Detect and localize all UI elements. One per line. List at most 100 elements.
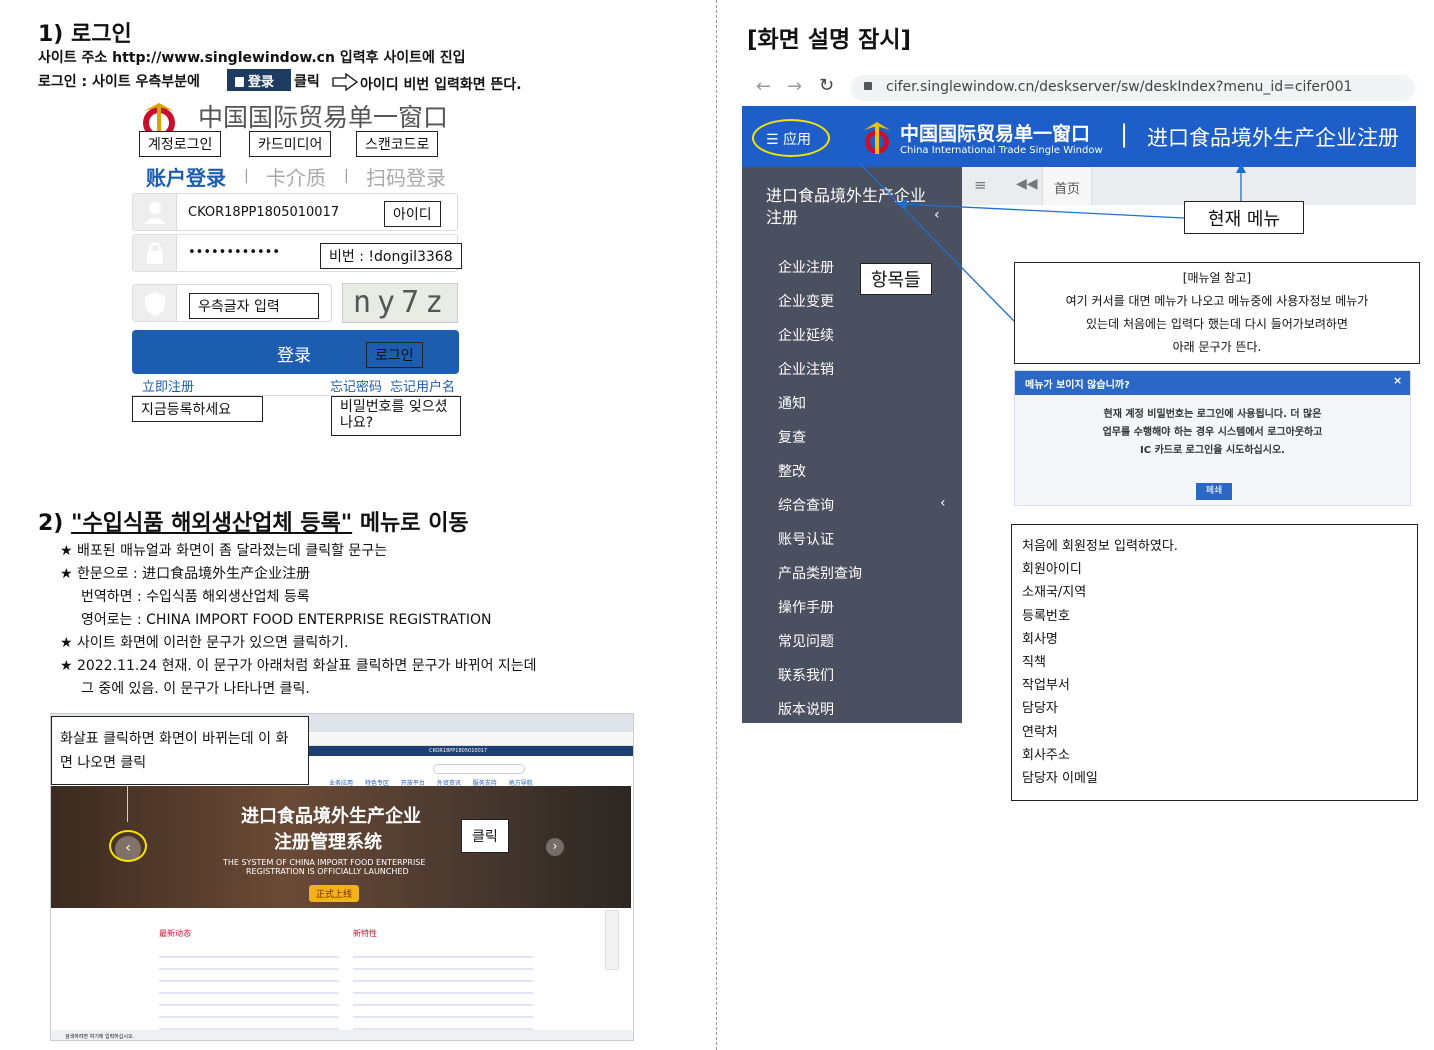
banner-en-2: REGISTRATION IS OFFICIALLY LAUNCHED bbox=[246, 867, 409, 876]
sidebar-item[interactable]: 常见问题 bbox=[778, 631, 834, 651]
sidebar-item[interactable]: 操作手册 bbox=[778, 597, 834, 617]
login-badge-label: 登录 bbox=[248, 75, 275, 90]
forgot-password-link[interactable]: 忘记密码 bbox=[330, 376, 382, 395]
info-line: 작업부서 bbox=[1022, 678, 1070, 694]
label-password: 비번 : !dongil3368 bbox=[320, 243, 462, 269]
app-menu-label: 应用 bbox=[783, 132, 812, 148]
lock-icon bbox=[235, 77, 244, 87]
member-info-list: 처음에 회원정보 입력하였다. 회원아이디 소재국/지역 등록번호 회사명 직책… bbox=[1011, 524, 1418, 801]
sidebar-item[interactable]: 产品类别查询 bbox=[778, 563, 862, 583]
dialog-text: 현재 계정 비밀번호는 로그인에 사용됩니다. 더 많은 bbox=[1103, 409, 1322, 420]
features-list bbox=[353, 946, 533, 1030]
label-register-now: 지금등록하세요 bbox=[132, 396, 263, 422]
tab-card-media[interactable]: 卡介质 bbox=[266, 162, 326, 191]
info-line: 담당자 bbox=[1022, 701, 1058, 717]
password-value: •••••••••••• bbox=[188, 245, 281, 260]
note-line: 여기 커서를 대면 메뉴가 나오고 메뉴중에 사용자정보 메뉴가 bbox=[1065, 294, 1369, 308]
url-input[interactable]: cifer.singlewindow.cn/deskserver/sw/desk… bbox=[850, 75, 1415, 101]
dialog-close-button[interactable]: 폐쇄 bbox=[1196, 483, 1232, 500]
label-forgot-password: 비밀번호를 잊으셨나요? bbox=[331, 396, 461, 436]
section2-title-rest: 메뉴로 이동 bbox=[352, 511, 469, 536]
login-badge: 登录 bbox=[227, 69, 291, 91]
section2-title-menu: "수입식품 해외생산업체 등록" bbox=[71, 511, 353, 536]
app-logo-en: China International Trade Single Window bbox=[900, 145, 1103, 156]
browser-bar: ← → ↻ cifer.singlewindow.cn/deskserver/s… bbox=[742, 73, 1416, 103]
back-icon[interactable]: ← bbox=[756, 76, 771, 97]
bullet-2: ★ 한문으로 : 进口食品境外生产企业注册 bbox=[60, 563, 310, 583]
chevron-left-icon: ‹ bbox=[940, 495, 946, 511]
captcha-image: ny7z bbox=[342, 283, 458, 323]
info-line: 회사주소 bbox=[1022, 747, 1070, 763]
sidebar-item[interactable]: 版本说明 bbox=[778, 699, 834, 719]
info-line: 처음에 회원정보 입력하였다. bbox=[1022, 539, 1178, 554]
dialog-header: 메뉴가 보이지 않습니까? × bbox=[1015, 371, 1410, 395]
bullet-2-sub1: 번역하면 : 수입식품 해외생산업체 등록 bbox=[81, 589, 310, 605]
arrow-right-icon bbox=[332, 73, 358, 91]
bullet-4: ★ 2022.11.24 현재. 이 문구가 아래처럼 화살표 클릭하면 문구가… bbox=[60, 655, 537, 675]
app-menu-button[interactable]: ☰ 应用 bbox=[766, 129, 811, 149]
forgot-username-link[interactable]: 忘记用户名 bbox=[390, 376, 455, 395]
note-line: 있는데 처음에는 입력다 했는데 다시 들어가보려하면 bbox=[1086, 317, 1348, 331]
news-heading: 最新动态 bbox=[159, 929, 191, 938]
sidebar-item[interactable]: 复查 bbox=[778, 427, 806, 447]
star-icon: ★ bbox=[60, 635, 73, 651]
banner-next-arrow-icon[interactable]: › bbox=[546, 838, 564, 856]
label-click: 클릭 bbox=[461, 819, 509, 853]
header-separator: | bbox=[1120, 120, 1129, 148]
bullet-3: ★ 사이트 화면에 이러한 문구가 있으면 클릭하기. bbox=[60, 632, 348, 652]
sidebar-item[interactable]: 综合查询 bbox=[778, 495, 834, 515]
info-line: 회사명 bbox=[1022, 631, 1058, 647]
dialog-text: IC 카드로 로그인을 시도하십시오. bbox=[1140, 445, 1285, 456]
tab-account-login[interactable]: 账户登录 bbox=[146, 162, 226, 191]
dialog-text: 업무를 수행해야 하는 경우 시스템에서 로그아웃하고 bbox=[1102, 427, 1323, 438]
username-value: CKOR18PP1805010017 bbox=[188, 205, 340, 220]
app-logo-cn: 中国国际贸易单一窗口 bbox=[900, 123, 1091, 145]
dialog-body: 현재 계정 비밀번호는 로그인에 사용됩니다. 더 많은 업무를 수행해야 하는… bbox=[1015, 395, 1410, 460]
features-heading: 新特性 bbox=[353, 929, 377, 938]
section1-line2a: 로그인 : 사이트 우측부분에 bbox=[38, 74, 200, 90]
close-icon[interactable]: × bbox=[1393, 374, 1402, 387]
info-line: 담당자 이메일 bbox=[1022, 771, 1098, 787]
app-header: ☰ 应用 中国国际贸易单一窗口 China International Trad… bbox=[742, 106, 1416, 167]
banner-title-1: 进口食品境外生产企业 bbox=[241, 806, 421, 827]
section1-title: 1) 로그인 bbox=[38, 22, 132, 47]
info-line: 소재국/지역 bbox=[1022, 585, 1087, 601]
hamburger-icon: ☰ bbox=[766, 132, 779, 148]
dialog-title: 메뉴가 보이지 않습니까? bbox=[1025, 380, 1130, 391]
sidebar-item[interactable]: 通知 bbox=[778, 393, 806, 413]
section2-title: 2) "수입식품 해외생산업체 등록" 메뉴로 이동 bbox=[38, 505, 469, 537]
app-page-title: 进口食品境外生产企业注册 bbox=[1147, 126, 1399, 150]
label-login: 로그인 bbox=[366, 342, 423, 368]
login-button-label: 登录 bbox=[277, 346, 311, 366]
info-line: 등록번호 bbox=[1022, 608, 1070, 624]
yellow-pointer-line bbox=[127, 786, 128, 822]
info-line: 연락처 bbox=[1022, 724, 1058, 740]
star-icon: ★ bbox=[60, 658, 73, 674]
banner-launch-button[interactable]: 正式上线 bbox=[309, 885, 360, 902]
forward-icon[interactable]: → bbox=[787, 76, 802, 97]
label-captcha-hint: 우측글자 입력 bbox=[189, 293, 319, 319]
callout-box: 화살표 클릭하면 화면이 바뀌는데 이 화면 나오면 클릭 bbox=[51, 716, 309, 785]
sidebar-item[interactable]: 企业注销 bbox=[778, 359, 834, 379]
label-scan-code: 스캔코드로 bbox=[356, 131, 439, 157]
right-title: [화면 설명 잠시] bbox=[747, 27, 911, 53]
sidebar-item[interactable]: 整改 bbox=[778, 461, 806, 481]
reload-icon[interactable]: ↻ bbox=[819, 75, 834, 96]
site-banner[interactable]: 进口食品境外生产企业 注册管理系统 THE SYSTEM OF CHINA IM… bbox=[51, 786, 631, 908]
section2-number: 2) bbox=[38, 511, 72, 536]
customs-emblem-icon bbox=[860, 118, 894, 158]
menu-missing-dialog: 메뉴가 보이지 않습니까? × 현재 계정 비밀번호는 로그인에 사용됩니다. 더… bbox=[1014, 370, 1411, 506]
site-topbar: CKOR18PP1805010017 bbox=[309, 746, 633, 756]
os-taskbar[interactable]: 검색하려면 여기에 입력하십시오. bbox=[51, 1030, 633, 1040]
banner-title-2: 注册管理系统 bbox=[274, 832, 382, 853]
bullet-text: 한문으로 : 进口食品境外生产企业注册 bbox=[77, 566, 311, 582]
register-link[interactable]: 立即注册 bbox=[142, 376, 194, 395]
site-search[interactable] bbox=[433, 764, 525, 774]
sidebar-item[interactable]: 账号认证 bbox=[778, 529, 834, 549]
news-list bbox=[159, 946, 339, 1030]
tab-scan-login[interactable]: 扫码登录 bbox=[366, 162, 446, 191]
bullet-1: ★ 배포된 매뉴얼과 화면이 좀 달라졌는데 클릭할 문구는 bbox=[60, 540, 387, 560]
site-side-toolbar[interactable] bbox=[605, 910, 619, 970]
sidebar-item[interactable]: 联系我们 bbox=[778, 665, 834, 685]
lock-icon bbox=[864, 82, 872, 90]
